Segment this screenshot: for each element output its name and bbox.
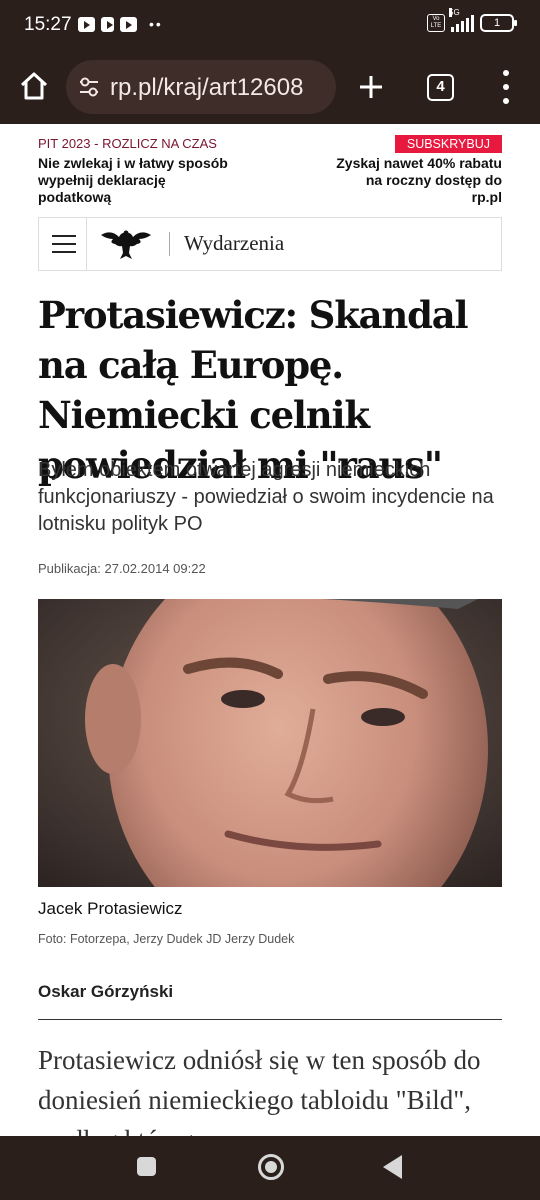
url-text[interactable]: rp.pl/kraj/art12608 bbox=[110, 74, 328, 102]
recent-apps-icon[interactable] bbox=[137, 1157, 156, 1176]
article-lead: Byłem obiektem otwartej agresji niemieck… bbox=[38, 459, 494, 535]
divider bbox=[38, 1019, 502, 1020]
photo-credit: Foto: Fotorzepa, Jerzy Dudek JD Jerzy Du… bbox=[38, 932, 295, 946]
status-bar: 15:27 •• Vo LTE 5G 1 bbox=[0, 0, 540, 52]
browser-toolbar: rp.pl/kraj/art12608 4 bbox=[0, 52, 540, 124]
article-body: Protasiewicz odniósł się w ten sposób do… bbox=[38, 1045, 481, 1136]
web-page: PIT 2023 - ROZLICZ NA CZAS Nie zwlekaj i… bbox=[0, 124, 540, 1136]
network-type: 5G bbox=[449, 8, 460, 17]
subscribe-offer-text[interactable]: Zyskaj nawet 40% rabatu na roczny dostęp… bbox=[332, 155, 502, 206]
plus-icon[interactable] bbox=[356, 72, 386, 102]
site-settings-icon[interactable] bbox=[78, 77, 100, 97]
back-icon[interactable] bbox=[383, 1155, 402, 1179]
article-photo[interactable] bbox=[38, 599, 502, 887]
home-circle-icon[interactable] bbox=[258, 1154, 284, 1180]
youtube-icon bbox=[78, 16, 95, 32]
app-notification-icon bbox=[101, 16, 114, 32]
system-icons: Vo LTE 5G 1 bbox=[427, 8, 517, 32]
publication-date: Publikacja: 27.02.2014 09:22 bbox=[38, 561, 206, 576]
system-nav-bar bbox=[0, 1136, 540, 1200]
eagle-logo-icon[interactable] bbox=[99, 225, 153, 261]
volte-icon: Vo LTE bbox=[427, 14, 445, 32]
hamburger-menu-icon[interactable] bbox=[39, 218, 87, 270]
address-bar[interactable]: rp.pl/kraj/art12608 bbox=[66, 60, 336, 114]
status-time: 15:27 bbox=[24, 14, 72, 35]
promo-text[interactable]: Nie zwlekaj i w łatwy sposób wypełnij de… bbox=[38, 155, 228, 206]
signal-icon: 5G bbox=[449, 8, 474, 32]
more-notifications-icon: •• bbox=[149, 16, 163, 32]
battery-icon: 1 bbox=[480, 14, 517, 32]
author-name[interactable]: Oskar Górzyński bbox=[38, 982, 173, 1002]
photo-caption: Jacek Protasiewicz bbox=[38, 899, 183, 918]
section-name[interactable]: Wydarzenia bbox=[184, 231, 284, 256]
site-nav: Wydarzenia bbox=[38, 217, 502, 271]
home-icon[interactable] bbox=[18, 70, 50, 102]
tabs-icon[interactable]: 4 bbox=[427, 74, 454, 101]
youtube-icon bbox=[120, 16, 137, 32]
more-vert-icon[interactable] bbox=[496, 70, 516, 104]
nav-divider bbox=[169, 232, 170, 256]
notification-icons: •• bbox=[78, 16, 163, 32]
subscribe-button[interactable]: SUBSKRYBUJ bbox=[394, 135, 502, 153]
promo-title[interactable]: PIT 2023 - ROZLICZ NA CZAS bbox=[38, 136, 217, 151]
